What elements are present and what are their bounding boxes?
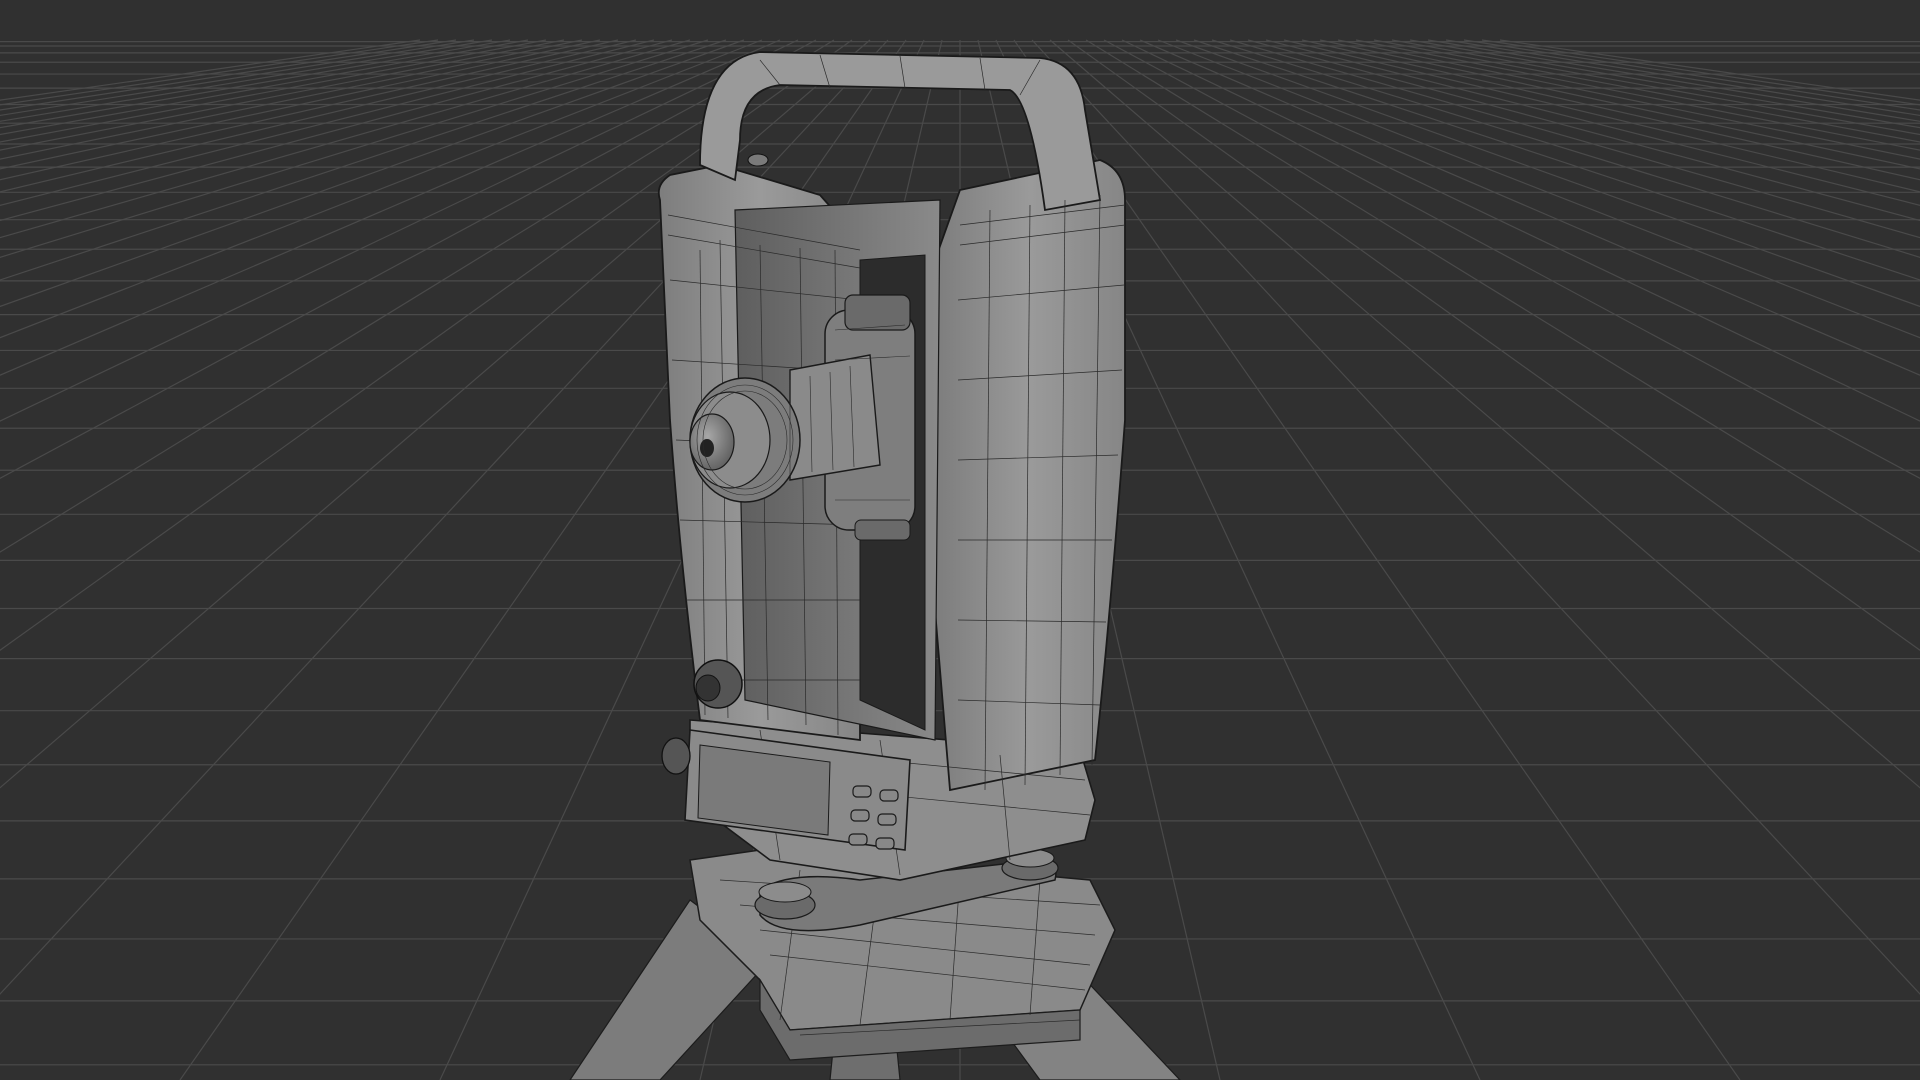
- 3d-viewport[interactable]: [0, 0, 1920, 1080]
- focus-knob[interactable]: [693, 659, 743, 709]
- viewport-canvas[interactable]: [0, 0, 1920, 1080]
- top-knob[interactable]: [747, 153, 769, 167]
- side-knob[interactable]: [661, 737, 691, 775]
